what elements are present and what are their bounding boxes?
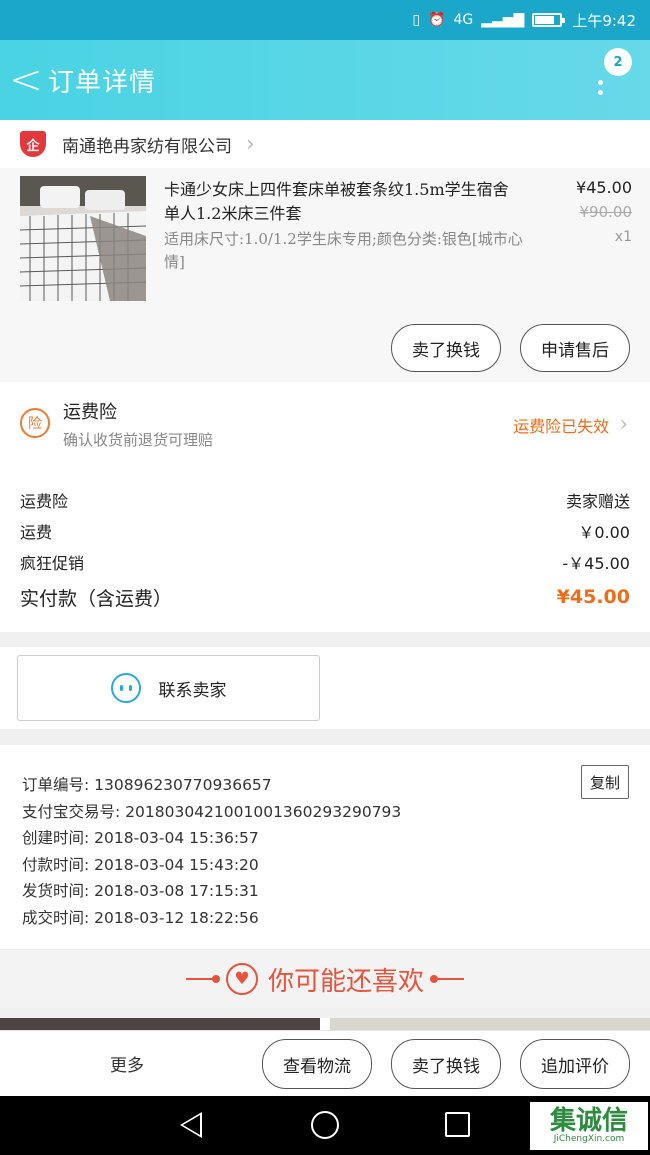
insurance-icon: 险	[20, 408, 50, 438]
recommend-item-image[interactable]	[330, 1018, 650, 1030]
created-time: 创建时间: 2018-03-04 15:36:57	[22, 829, 259, 848]
vibrate-icon: ▯	[412, 12, 421, 28]
product-title[interactable]: 卡通少女床上四件套床单被套条纹1.5m学生宿舍单人1.2米床三件套	[164, 178, 524, 226]
heart-icon: ♥	[225, 963, 258, 995]
notification-badge: 2	[604, 48, 632, 76]
watermark-subtext: JiChengXin.com	[553, 1134, 625, 1144]
divider-right	[430, 975, 464, 983]
total-row: 实付款（含运费） ¥45.00	[20, 577, 630, 617]
shop-name: 南通艳冉家纺有限公司	[62, 136, 232, 157]
clock: 上午9:42	[572, 11, 636, 30]
paid-time: 付款时间: 2018-03-04 15:43:20	[22, 855, 259, 874]
total-label: 实付款（含运费）	[20, 587, 173, 610]
order-number: 订单编号: 130896230770936657	[22, 776, 272, 795]
back-icon[interactable]: <	[4, 40, 48, 120]
fee-label: 运费	[20, 522, 53, 542]
product-sku: 适用床尺寸:1.0/1.2学生床专用;颜色分类:银色[城市心情]	[164, 230, 523, 271]
divider-left	[185, 975, 220, 983]
total-value: ¥45.00	[556, 586, 630, 608]
alipay-trade-number: 支付宝交易号: 2018030421001001360293290793	[22, 802, 402, 821]
alarm-icon: ⏰	[428, 12, 446, 28]
contact-seller-button[interactable]: 联系卖家	[17, 655, 320, 721]
watermark-text: 集诚信	[549, 1106, 628, 1136]
more-menu-button[interactable]: 2	[592, 48, 632, 108]
fee-summary: 运费险 卖家赠送 运费 ￥0.00 疯狂促销 -￥45.00 实付款（含运费） …	[0, 466, 650, 632]
sell-exchange-button[interactable]: 卖了换钱	[391, 324, 501, 372]
insurance-title: 运费险	[63, 402, 117, 423]
signal-icon: ▂▃▅▇	[481, 12, 525, 28]
contact-section: 联系卖家	[0, 647, 650, 729]
view-logistics-button[interactable]: 查看物流	[262, 1039, 372, 1089]
watermark-logo: 集诚信 JiChengXin.com	[530, 1102, 648, 1150]
apply-aftersale-button[interactable]: 申请售后	[520, 324, 630, 372]
sell-exchange-bottom-button[interactable]: 卖了换钱	[391, 1039, 501, 1089]
bottom-action-bar: 更多 查看物流 卖了换钱 追加评价	[0, 1030, 650, 1096]
shop-icon: 企	[20, 131, 46, 157]
fee-label: 疯狂促销	[20, 553, 85, 573]
status-bar: ▯ ⏰ 4G ▂▃▅▇ 上午9:42	[0, 0, 650, 40]
fee-value: -￥45.00	[562, 553, 630, 573]
quantity: x1	[614, 229, 632, 245]
fee-row: 运费 ￥0.00	[20, 515, 630, 546]
price-block: ¥45.00 ¥90.00 x1	[576, 178, 632, 245]
price-original: ¥90.00	[579, 203, 633, 221]
more-button[interactable]: 更多	[110, 1051, 144, 1076]
more-vertical-icon	[598, 80, 603, 95]
nav-recents-icon[interactable]	[445, 1112, 470, 1137]
shipping-insurance-row[interactable]: 险 运费险 确认收货前退货可理赔 运费险已失效 ›	[0, 382, 650, 466]
system-nav-bar: 集诚信 JiChengXin.com	[0, 1096, 650, 1155]
chevron-right-icon: ›	[619, 412, 628, 437]
chevron-right-icon: ›	[246, 131, 255, 157]
insurance-status-text: 运费险已失效	[513, 416, 610, 436]
price-current: ¥45.00	[576, 178, 632, 197]
chat-icon	[110, 673, 141, 703]
completed-time: 成交时间: 2018-03-12 18:22:56	[22, 908, 259, 927]
app-header: < 订单详情 2	[0, 40, 650, 120]
shop-row[interactable]: 企 南通艳冉家纺有限公司 ›	[0, 120, 650, 168]
fee-value: 卖家赠送	[565, 491, 630, 511]
fee-label: 运费险	[20, 491, 69, 511]
recommend-title: 你可能还喜欢	[267, 966, 424, 997]
page-title: 订单详情	[48, 67, 157, 98]
contact-seller-label: 联系卖家	[158, 680, 227, 701]
recommend-preview	[0, 1018, 650, 1030]
insurance-subtitle: 确认收货前退货可理赔	[63, 431, 214, 449]
signal-label: 4G	[453, 12, 474, 28]
fee-row: 运费险 卖家赠送	[20, 484, 630, 515]
fee-value: ￥0.00	[578, 522, 630, 542]
nav-back-icon[interactable]	[180, 1112, 202, 1138]
recommend-item-image[interactable]	[0, 1018, 320, 1030]
insurance-status: 运费险已失效 ›	[513, 412, 628, 437]
add-review-button[interactable]: 追加评价	[520, 1039, 630, 1089]
shipped-time: 发货时间: 2018-03-08 17:15:31	[22, 882, 259, 901]
copy-button[interactable]: 复制	[581, 765, 629, 799]
order-info: 复制 订单编号: 130896230770936657 支付宝交易号: 2018…	[0, 745, 650, 949]
status-icons: ▯ ⏰ 4G ▂▃▅▇	[412, 12, 566, 28]
product-card: 卡通少女床上四件套床单被套条纹1.5m学生宿舍单人1.2米床三件套 适用床尺寸:…	[0, 168, 650, 382]
fee-row: 疯狂促销 -￥45.00	[20, 546, 630, 577]
recommend-header: ♥ 你可能还喜欢	[0, 950, 650, 1008]
nav-home-icon[interactable]	[311, 1111, 339, 1139]
battery-icon	[532, 13, 566, 27]
product-image[interactable]	[20, 176, 146, 301]
